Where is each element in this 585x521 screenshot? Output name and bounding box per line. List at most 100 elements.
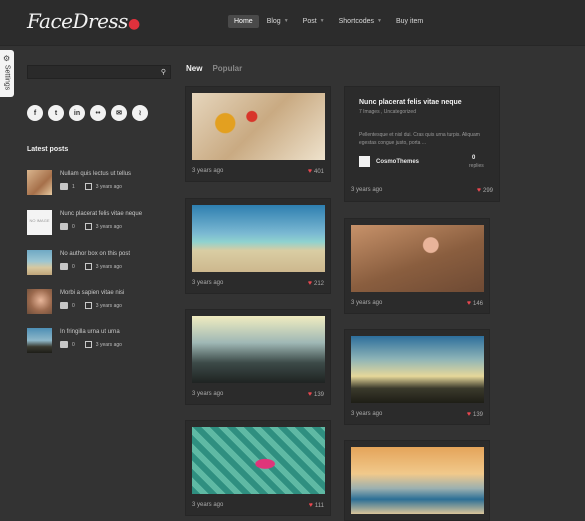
post-likes[interactable]: ♥ 299 [477,187,493,194]
post-likes[interactable]: ♥ 139 [467,411,483,418]
tab-popular[interactable]: Popular [212,64,242,73]
latest-post-item[interactable]: In fringilla urna ut urna 0 3 years ago [27,328,177,354]
logo-dot: ● [127,16,140,32]
post-meta: 0 3 years ago [60,302,122,309]
post-thumbnail[interactable]: NO IMAGE [27,210,52,235]
calendar-icon [84,341,92,348]
post-image[interactable] [192,205,325,272]
post-image[interactable] [351,225,484,292]
site-logo[interactable]: FaceDress● [27,9,140,33]
facebook-icon[interactable]: f [27,105,43,121]
post-time: 3 years ago [351,187,383,193]
author-name[interactable]: CosmoThemes [376,159,419,165]
comment-count: 0 [72,223,75,230]
comment-icon [60,223,68,230]
like-count: 299 [482,187,493,194]
post-image[interactable] [192,427,325,494]
search-input[interactable] [28,66,156,78]
post-card[interactable]: 3 years ago ♥ 111 [185,420,331,516]
post-thumbnail[interactable] [27,250,52,275]
latest-post-title[interactable]: In fringilla urna ut urna [60,329,120,335]
post-card[interactable] [344,440,490,521]
post-time: 3 years ago [192,280,224,286]
calendar-icon [84,223,92,230]
latest-post-item[interactable]: NO IMAGE Nunc placerat felis vitae neque… [27,210,177,236]
rss-icon[interactable]: ≀ [132,105,148,121]
text-post-excerpt: Pellentesque et nisl dui. Cras quis urna… [359,132,480,146]
settings-tab[interactable]: ⚙ Settings [0,50,14,97]
replies-count: 0 [472,155,476,161]
like-count: 139 [472,411,483,418]
post-card[interactable]: 3 years ago ♥ 139 [185,309,331,405]
tab-new[interactable]: New [186,64,202,73]
post-image[interactable] [351,336,484,403]
latest-post-title[interactable]: Nunc placerat felis vitae neque [60,211,142,217]
heart-icon: ♥ [476,187,481,194]
latest-post-title[interactable]: No author box on this post [60,251,130,257]
post-meta: 0 3 years ago [60,341,122,348]
nav-home[interactable]: Home [228,15,259,28]
latest-post-item[interactable]: Nullam quis lectus ut tellus 1 3 years a… [27,170,177,196]
post-date: 3 years ago [95,341,122,348]
nav-buy-item[interactable]: Buy item [390,15,429,28]
latest-posts-heading: Latest posts [27,146,69,153]
comment-icon [60,183,68,190]
heart-icon: ♥ [307,280,312,287]
nav-buy-item-label: Buy item [396,18,424,25]
post-thumbnail[interactable] [27,289,52,314]
nav-blog[interactable]: Blog ▼ [261,15,295,28]
twitter-icon[interactable]: t [48,105,64,121]
latest-post-item[interactable]: No author box on this post 0 3 years ago [27,250,177,276]
post-likes[interactable]: ♥ 401 [308,168,324,175]
post-thumbnail[interactable] [27,328,52,353]
post-image[interactable] [192,93,325,160]
latest-post-title[interactable]: Morbi a sapien vitae nisi [60,290,124,296]
comment-count: 0 [72,341,75,348]
email-icon[interactable]: ✉ [111,105,127,121]
post-likes[interactable]: ♥ 111 [309,502,324,509]
text-post-title[interactable]: Nunc placerat felis vitae neque [359,99,462,106]
post-time: 3 years ago [192,502,224,508]
post-thumbnail[interactable] [27,170,52,195]
text-post-card[interactable]: Nunc placerat felis vitae neque 7 Images… [344,86,500,202]
calendar-icon [84,263,92,270]
nav-shortcodes-label: Shortcodes [338,18,375,25]
post-card[interactable]: 3 years ago ♥ 401 [185,86,331,182]
post-meta: 0 3 years ago [60,263,122,270]
post-date: 3 years ago [95,302,122,309]
post-likes[interactable]: ♥ 146 [467,300,483,307]
post-likes[interactable]: ♥ 139 [308,391,324,398]
logo-text: FaceDress [27,9,128,33]
latest-post-item[interactable]: Morbi a sapien vitae nisi 0 3 years ago [27,289,177,315]
main-nav: Home Blog ▼ Post ▼ Shortcodes ▼ Buy item [228,15,429,28]
latest-post-title[interactable]: Nullam quis lectus ut tellus [60,171,131,177]
nav-post[interactable]: Post ▼ [297,15,331,28]
post-likes[interactable]: ♥ 212 [308,280,324,287]
site-header: FaceDress● Home Blog ▼ Post ▼ Shortcodes ▼ … [0,0,585,46]
nav-post-label: Post [302,18,317,25]
linkedin-icon[interactable]: in [69,105,85,121]
post-image[interactable] [192,316,325,383]
nav-shortcodes[interactable]: Shortcodes ▼ [333,15,388,28]
chevron-down-icon: ▼ [377,18,382,24]
flickr-icon[interactable]: •• [90,105,106,121]
like-count: 401 [313,168,324,175]
calendar-icon [84,302,92,309]
post-tabs: New Popular [186,64,242,73]
comment-count: 0 [72,302,75,309]
like-count: 212 [313,280,324,287]
like-count: 111 [314,502,324,509]
post-card[interactable]: 3 years ago ♥ 146 [344,218,490,314]
post-card[interactable]: 3 years ago ♥ 139 [344,329,490,425]
calendar-icon [84,183,92,190]
post-meta: 1 3 years ago [60,183,122,190]
comment-icon [60,341,68,348]
post-card[interactable]: 3 years ago ♥ 212 [185,198,331,294]
post-date: 3 years ago [95,223,122,230]
post-time: 3 years ago [351,300,383,306]
post-image[interactable] [351,447,484,514]
search-icon[interactable]: ⚲ [161,68,166,76]
author-avatar[interactable] [359,156,370,167]
nav-home-label: Home [234,18,253,25]
settings-label: Settings [3,64,11,91]
